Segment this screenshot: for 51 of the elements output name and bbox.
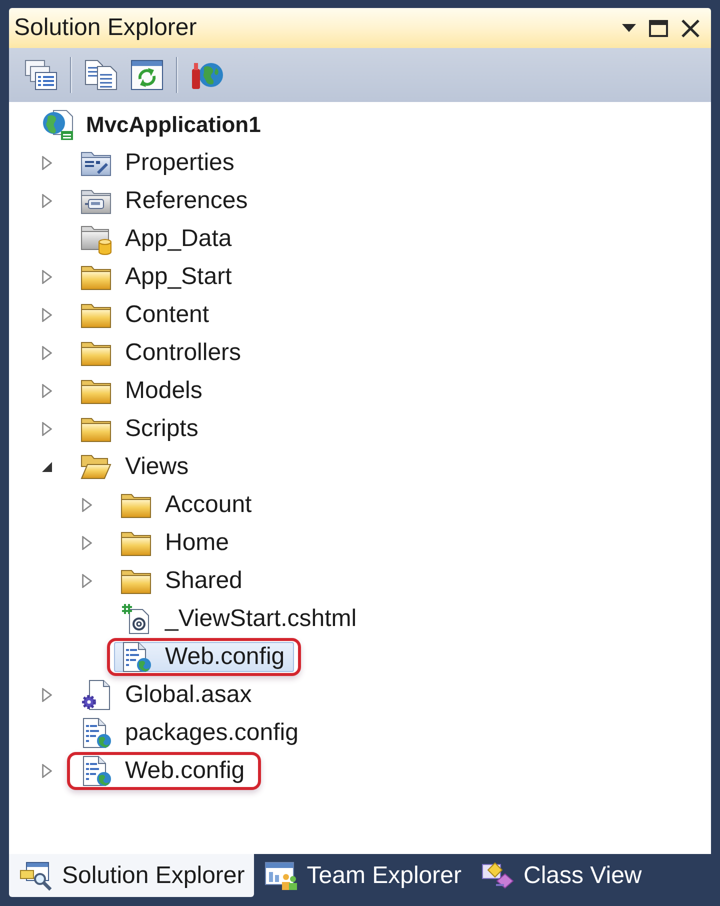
tree-item[interactable]: Models: [74, 376, 212, 406]
config-file-icon: [80, 755, 112, 787]
tree-item[interactable]: Properties: [74, 148, 244, 178]
expand-arrow-icon[interactable]: [42, 764, 52, 778]
tree-item[interactable]: Views: [74, 452, 198, 482]
tree-item[interactable]: Web.config: [114, 642, 294, 672]
diamond-shapes-icon: [480, 860, 514, 890]
tree-item[interactable]: App_Start: [74, 262, 241, 292]
config-file-icon: [80, 717, 112, 749]
tree-item[interactable]: Web.config: [74, 756, 254, 786]
expand-arrow-icon[interactable]: [42, 270, 52, 284]
tab[interactable]: Class View: [470, 854, 651, 897]
tree-item[interactable]: Account: [114, 490, 261, 520]
razor-file-icon: [120, 603, 152, 635]
expand-arrow-icon[interactable]: [82, 574, 92, 588]
maximize-icon[interactable]: [649, 20, 668, 36]
tree-item[interactable]: Global.asax: [74, 680, 261, 710]
collapse-arrow-icon[interactable]: [42, 462, 52, 472]
tab[interactable]: Team Explorer: [254, 854, 470, 897]
expand-arrow-icon[interactable]: [42, 194, 52, 208]
tree-item[interactable]: Content: [74, 300, 218, 330]
refresh-icon[interactable]: [130, 59, 164, 91]
globe-page-icon: [42, 109, 74, 141]
close-icon[interactable]: [681, 18, 700, 38]
tree-item[interactable]: Shared: [114, 566, 252, 596]
expand-arrow-icon[interactable]: [42, 422, 52, 436]
dropdown-icon[interactable]: [622, 24, 636, 32]
expand-arrow-icon[interactable]: [82, 536, 92, 550]
database-folder-icon: [80, 223, 112, 255]
tree-item[interactable]: MvcApplication1: [36, 110, 270, 140]
window-people-icon: [264, 860, 298, 890]
expand-arrow-icon[interactable]: [42, 346, 52, 360]
expand-arrow-icon[interactable]: [42, 384, 52, 398]
expand-arrow-icon[interactable]: [82, 498, 92, 512]
tree-item[interactable]: Controllers: [74, 338, 250, 368]
tree-item[interactable]: References: [74, 186, 257, 216]
expand-arrow-icon[interactable]: [42, 308, 52, 322]
tree-item[interactable]: Home: [114, 528, 238, 558]
window-magnifier-icon: [19, 860, 53, 890]
tree-item[interactable]: Scripts: [74, 414, 208, 444]
tree-item[interactable]: packages.config: [74, 718, 308, 748]
expand-arrow-icon[interactable]: [42, 688, 52, 702]
file-list-icon[interactable]: [24, 59, 58, 91]
tab[interactable]: Solution Explorer: [9, 854, 254, 897]
gear-file-icon: [80, 679, 112, 711]
config-file-icon: [120, 641, 152, 673]
tree-item[interactable]: App_Data: [74, 224, 241, 254]
tree-item[interactable]: _ViewStart.cshtml: [114, 604, 366, 634]
expand-arrow-icon[interactable]: [42, 156, 52, 170]
window-title: Solution Explorer: [14, 14, 197, 42]
documents-icon[interactable]: [84, 59, 118, 91]
